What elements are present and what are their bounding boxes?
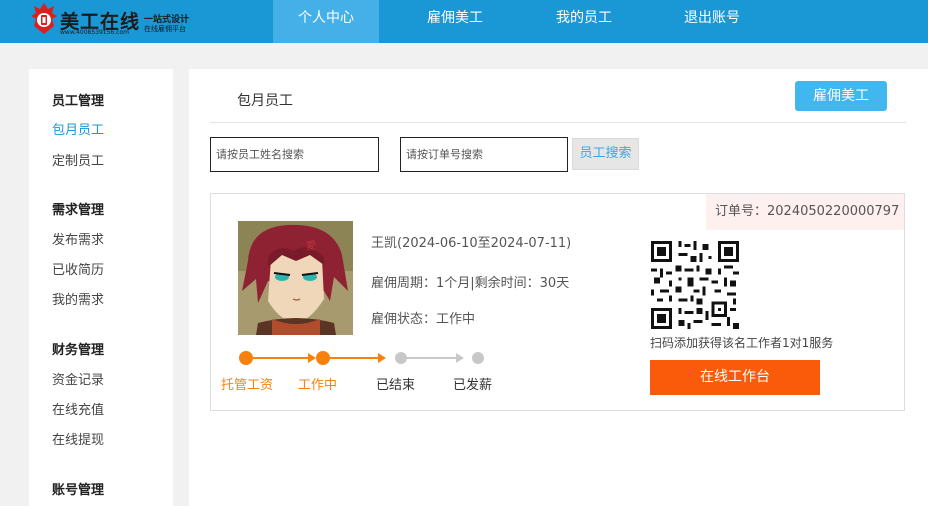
step-arrow [308,353,316,363]
top-navbar: 美工在线 www.4008539156.com 一站式设计 在线雇佣平台 个人中… [0,0,928,43]
sidebar-item-custom-employees[interactable]: 定制员工 [52,150,104,169]
progress-track [239,351,484,365]
divider [210,122,906,123]
sidebar-item-withdraw[interactable]: 在线提现 [52,429,104,448]
step-dot-ended [395,352,407,364]
sidebar-item-recharge[interactable]: 在线充值 [52,399,104,418]
nav-logout[interactable]: 退出账号 [658,0,766,43]
sidebar-group-finance: 财务管理 [52,343,105,358]
site-logo[interactable]: 美工在线 www.4008539156.com 一站式设计 在线雇佣平台 [28,2,198,40]
logo-url: www.4008539156.com [60,29,129,36]
logo-slogan-sub: 在线雇佣平台 [144,25,186,33]
nav-hire-designer[interactable]: 雇佣美工 [400,0,510,43]
sidebar-group-account: 账号管理 [52,483,105,498]
logo-mark-icon [31,3,57,34]
step-arrow [456,353,464,363]
online-workbench-button[interactable]: 在线工作台 [650,360,820,395]
tab-monthly-employees[interactable]: 包月员工 [237,90,293,110]
employee-search-button[interactable]: 员工搜索 [572,138,639,170]
step-label-escrow: 托管工资 [221,378,274,393]
hire-status: 雇佣状态：工作中 [371,312,476,327]
sidebar-group-demand: 需求管理 [52,203,105,218]
employee-name-search-input[interactable] [210,137,379,172]
hire-designer-button[interactable]: 雇佣美工 [795,81,887,111]
sidebar-item-my-demands[interactable]: 我的需求 [52,289,104,308]
main-panel: 包月员工 雇佣美工 员工搜索 订单号：2024050220000797 愛 王凯… [189,69,928,506]
nav-personal-center[interactable]: 个人中心 [273,0,379,43]
step-label-working: 工作中 [298,378,338,393]
order-number: 订单号：2024050220000797 [706,194,904,230]
hire-cycle-info: 雇佣周期：1个月|剩余时间：30天 [371,276,570,291]
sidebar-item-fund-records[interactable]: 资金记录 [52,369,104,388]
nav-my-employees[interactable]: 我的员工 [530,0,638,43]
employee-avatar: 愛 [238,221,353,335]
step-label-paid: 已发薪 [453,378,493,393]
progress-steps: 托管工资 工作中 已结束 已发薪 [211,351,511,396]
qr-code [651,241,739,329]
svg-text:愛: 愛 [306,239,316,252]
step-label-ended: 已结束 [376,378,416,393]
sidebar: 员工管理 包月员工 定制员工 需求管理 发布需求 已收简历 我的需求 财务管理 … [29,69,173,506]
sidebar-item-received-resumes[interactable]: 已收简历 [52,259,104,278]
sidebar-item-monthly-employees[interactable]: 包月员工 [52,119,104,138]
step-dot-escrow [239,351,253,365]
step-dot-paid [472,352,484,364]
qr-caption: 扫码添加获得该名工作者1对1服务 [650,336,834,350]
employee-card: 订单号：2024050220000797 愛 王凯(2024-06-10至202… [210,193,905,411]
step-arrow [378,353,386,363]
employee-name-period: 王凯(2024-06-10至2024-07-11) [371,236,572,251]
order-number-search-input[interactable] [400,137,568,172]
sidebar-group-employee: 员工管理 [52,94,105,109]
step-dot-working [316,351,330,365]
sidebar-item-post-demand[interactable]: 发布需求 [52,229,104,248]
